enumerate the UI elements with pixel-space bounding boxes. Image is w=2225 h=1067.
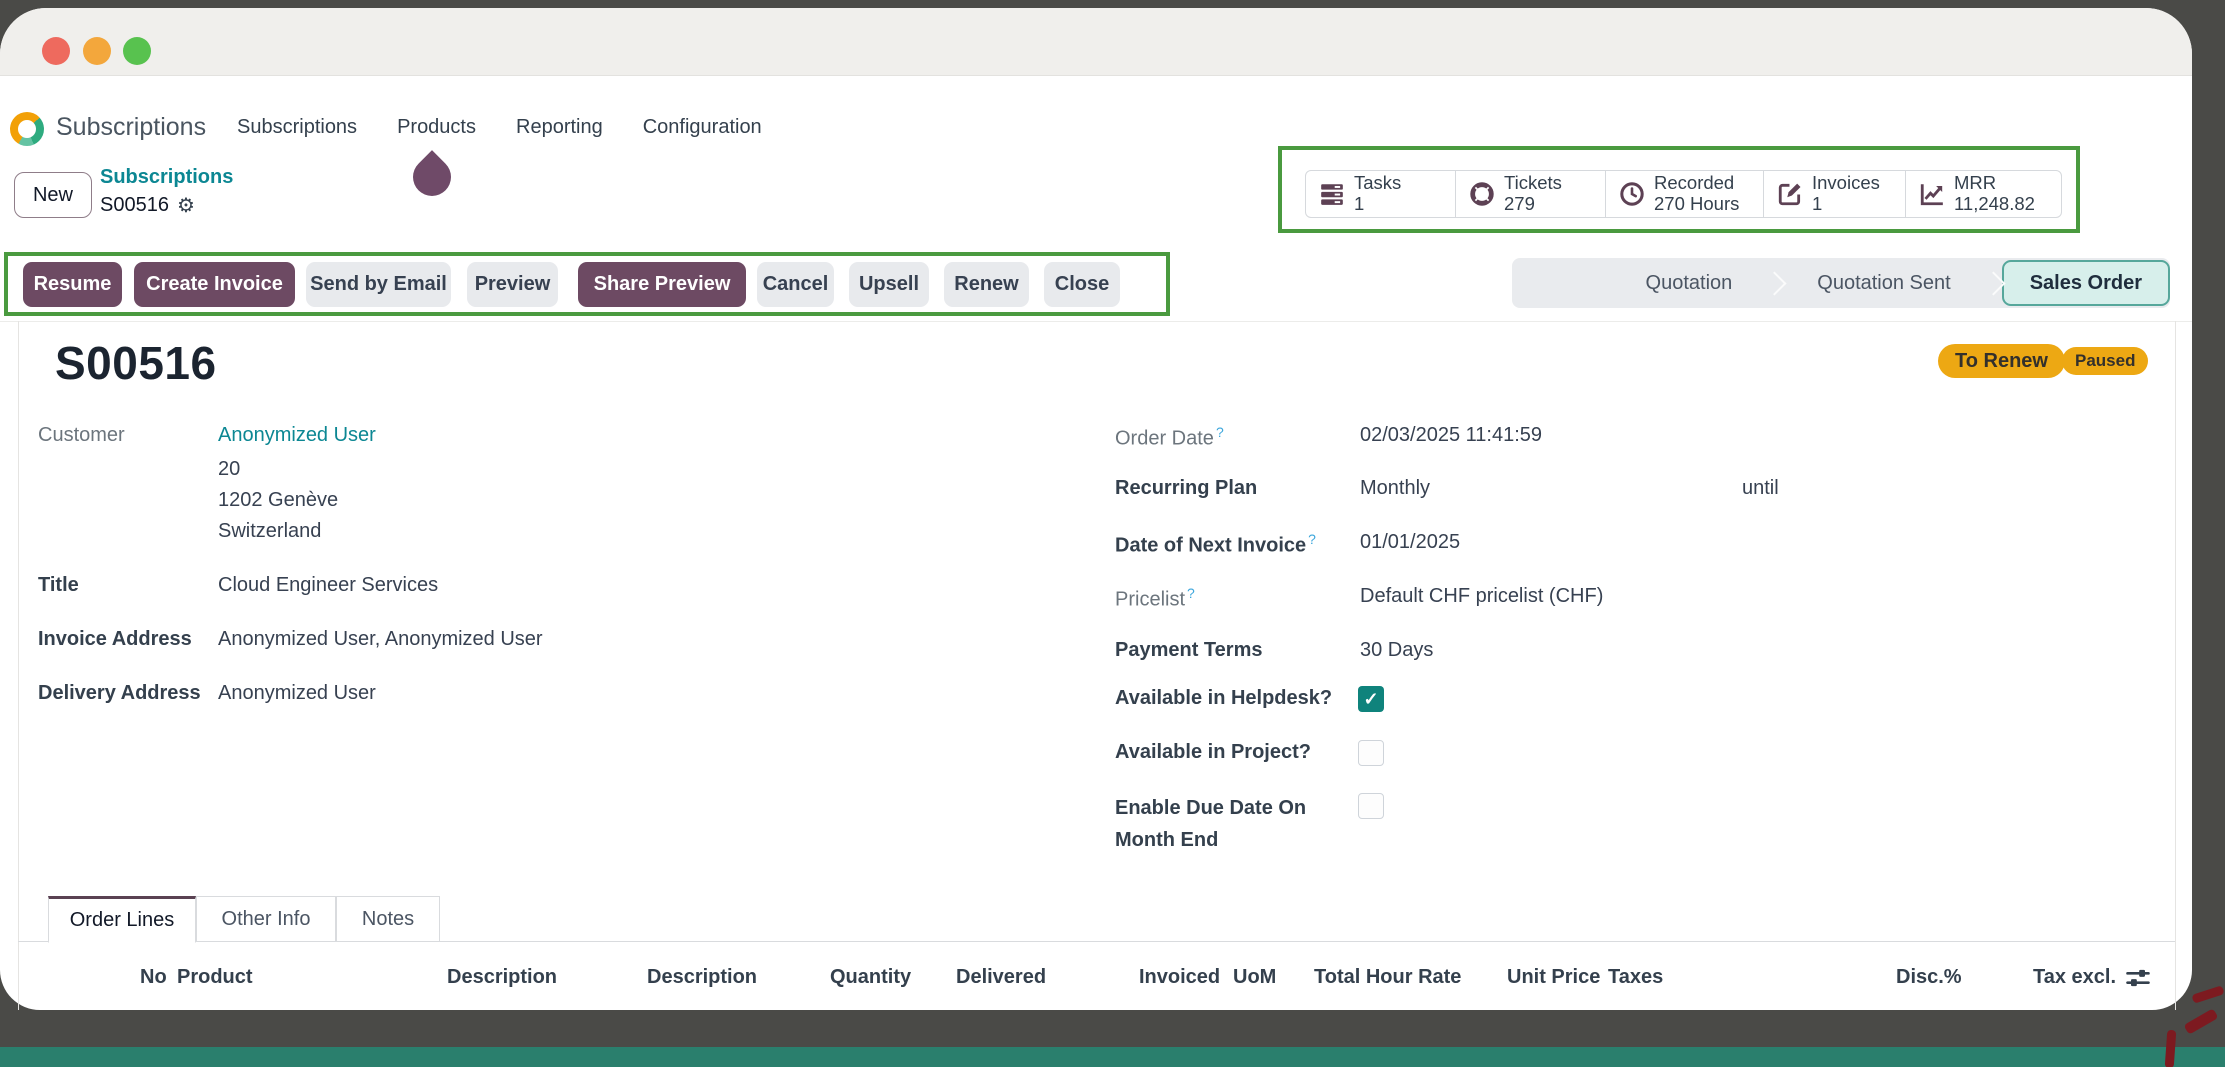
statusbar: Quotation Quotation Sent Sales Order — [1512, 258, 2170, 308]
tab-order-lines[interactable]: Order Lines — [48, 896, 196, 943]
recurring-plan-until: until — [1742, 477, 1779, 500]
project-checkbox-label: Available in Project? — [1115, 741, 1311, 764]
title-label: Title — [38, 574, 79, 597]
helpdesk-checkbox-label: Available in Helpdesk? — [1115, 687, 1332, 710]
sheet-border-left — [18, 321, 19, 1010]
help-icon: ? — [1216, 424, 1224, 440]
help-icon: ? — [1308, 531, 1316, 547]
close-window-button[interactable] — [42, 37, 70, 65]
sheet-border-right — [2175, 321, 2176, 1010]
customer-link[interactable]: Anonymized User — [218, 424, 376, 447]
due-date-month-end-checkbox[interactable] — [1358, 793, 1384, 819]
next-invoice-value[interactable]: 01/01/2025 — [1360, 531, 1460, 554]
screenshot-stage: Subscriptions Subscriptions Products Rep… — [0, 0, 2225, 1067]
desktop-taskbar-strip — [0, 1047, 2225, 1067]
paused-badge: Paused — [2062, 347, 2148, 375]
due-date-month-end-label: Enable Due Date On Month End — [1115, 792, 1350, 856]
customer-address-line: 20 — [218, 458, 240, 481]
red-scribble-mark — [2191, 985, 2224, 1003]
to-renew-badge: To Renew — [1938, 344, 2065, 378]
app-name: Subscriptions — [56, 113, 206, 142]
status-step-quotation[interactable]: Quotation — [1612, 272, 1767, 295]
col-header-no[interactable]: No — [140, 966, 167, 989]
app-menubar: Subscriptions Products Reporting Configu… — [237, 116, 762, 139]
col-header-tax-excl[interactable]: Tax excl. — [2033, 966, 2116, 989]
status-step-sales-order[interactable]: Sales Order — [2002, 260, 2170, 306]
col-header-invoiced[interactable]: Invoiced — [1139, 966, 1220, 989]
breadcrumb-current: S00516 — [100, 194, 169, 217]
project-checkbox[interactable] — [1358, 740, 1384, 766]
annotation-box-action-buttons — [4, 252, 1170, 316]
col-header-taxes[interactable]: Taxes — [1608, 966, 1663, 989]
next-invoice-label: Date of Next Invoice? — [1115, 531, 1316, 558]
col-header-description[interactable]: Description — [447, 966, 557, 989]
maximize-window-button[interactable] — [123, 37, 151, 65]
tab-notes[interactable]: Notes — [336, 896, 440, 942]
col-header-delivered[interactable]: Delivered — [956, 966, 1046, 989]
col-header-unit-price[interactable]: Unit Price — [1507, 966, 1600, 989]
col-header-product[interactable]: Product — [177, 966, 253, 989]
customer-address-line: Switzerland — [218, 520, 321, 543]
title-value[interactable]: Cloud Engineer Services — [218, 574, 438, 597]
help-icon: ? — [1187, 585, 1195, 601]
invoice-address-label: Invoice Address — [38, 628, 192, 651]
tab-other-info[interactable]: Other Info — [196, 896, 336, 942]
pricelist-label: Pricelist? — [1115, 585, 1195, 612]
customer-address-line: 1202 Genève — [218, 489, 338, 512]
red-scribble-mark — [2184, 1008, 2219, 1035]
window-titlebar — [0, 8, 2192, 76]
breadcrumb: S00516 ⚙ — [100, 193, 195, 218]
col-header-uom[interactable]: UoM — [1233, 966, 1276, 989]
record-title: S00516 — [55, 336, 217, 390]
col-header-total-hour-rate[interactable]: Total Hour Rate — [1314, 966, 1461, 989]
subscriptions-app-icon[interactable] — [10, 112, 44, 146]
pricelist-value[interactable]: Default CHF pricelist (CHF) — [1360, 585, 1603, 608]
customer-label: Customer — [38, 424, 125, 447]
payment-terms-value[interactable]: 30 Days — [1360, 639, 1433, 662]
menu-products[interactable]: Products — [397, 116, 476, 139]
column-settings-sliders-icon[interactable] — [2124, 964, 2152, 992]
col-header-disc[interactable]: Disc.% — [1896, 966, 1962, 989]
breadcrumb-parent-link[interactable]: Subscriptions — [100, 166, 233, 189]
menu-configuration[interactable]: Configuration — [643, 116, 762, 139]
col-header-description-2[interactable]: Description — [647, 966, 757, 989]
minimize-window-button[interactable] — [83, 37, 111, 65]
menu-reporting[interactable]: Reporting — [516, 116, 603, 139]
menu-subscriptions[interactable]: Subscriptions — [237, 116, 357, 139]
recurring-plan-label: Recurring Plan — [1115, 477, 1257, 500]
check-icon: ✓ — [1363, 689, 1378, 710]
status-step-quotation-sent[interactable]: Quotation Sent — [1783, 272, 1984, 295]
order-date-label: Order Date? — [1115, 424, 1224, 451]
helpdesk-checkbox[interactable]: ✓ — [1358, 686, 1384, 712]
annotation-box-stat-buttons — [1278, 146, 2080, 233]
order-date-value[interactable]: 02/03/2025 11:41:59 — [1360, 424, 1542, 447]
col-header-quantity[interactable]: Quantity — [830, 966, 911, 989]
new-button[interactable]: New — [14, 172, 92, 218]
sheet-divider — [0, 321, 2192, 322]
gear-icon[interactable]: ⚙ — [177, 193, 195, 218]
invoice-address-value[interactable]: Anonymized User, Anonymized User — [218, 628, 543, 651]
delivery-address-label: Delivery Address — [38, 682, 201, 705]
delivery-address-value[interactable]: Anonymized User — [218, 682, 376, 705]
payment-terms-label: Payment Terms — [1115, 639, 1262, 662]
recurring-plan-value[interactable]: Monthly — [1360, 477, 1430, 500]
